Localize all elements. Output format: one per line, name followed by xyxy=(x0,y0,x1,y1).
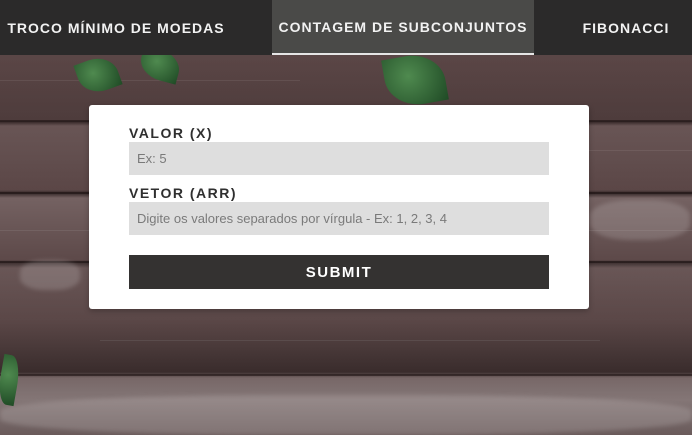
value-input[interactable] xyxy=(129,142,549,175)
nav-item-label: CONTAGEM DE SUBCONJUNTOS xyxy=(278,18,528,35)
worn-paint xyxy=(20,260,80,290)
value-label: VALOR (X) xyxy=(129,125,214,141)
nav-item-label: TROCO MÍNIMO DE MOEDAS xyxy=(7,19,225,36)
vector-label: VETOR (ARR) xyxy=(129,185,238,201)
plank-seam xyxy=(0,374,692,376)
nav-item-label: FIBONACCI xyxy=(582,19,670,36)
worn-paint xyxy=(590,200,690,240)
wood-grain xyxy=(100,340,600,341)
top-navigation: TROCO MÍNIMO DE MOEDAS CONTAGEM DE SUBCO… xyxy=(0,0,692,55)
nav-item-troco-minimo[interactable]: TROCO MÍNIMO DE MOEDAS xyxy=(0,0,232,55)
vector-input[interactable] xyxy=(129,202,549,235)
nav-item-fibonacci[interactable]: FIBONACCI xyxy=(574,0,678,55)
submit-button[interactable]: SUBMIT xyxy=(129,255,549,289)
nav-item-contagem-subconjuntos[interactable]: CONTAGEM DE SUBCONJUNTOS xyxy=(272,0,534,55)
subset-count-form: VALOR (X) VETOR (ARR) SUBMIT xyxy=(89,105,589,309)
worn-paint xyxy=(0,395,692,435)
wood-grain xyxy=(0,80,300,81)
